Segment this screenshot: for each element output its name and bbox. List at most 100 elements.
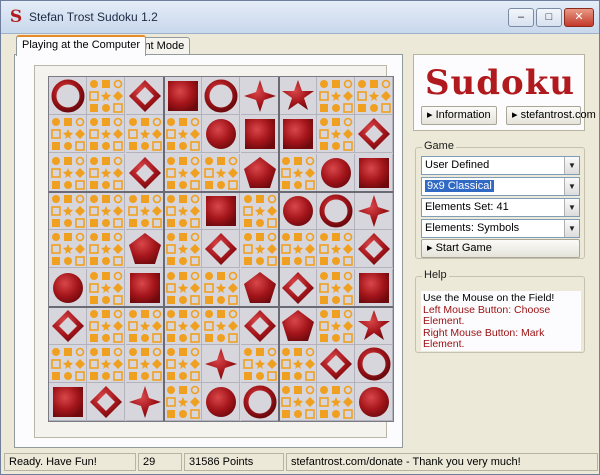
board-cell[interactable] (49, 306, 87, 345)
elements-type-select[interactable]: Elements: Symbols ▼ (421, 219, 580, 238)
board-cell[interactable] (163, 191, 202, 230)
board-cell[interactable] (49, 115, 87, 154)
board-cell[interactable] (317, 77, 356, 115)
sudoku-app-icon[interactable]: S (8, 9, 24, 26)
board-cell[interactable] (355, 383, 394, 422)
game-variant-select[interactable]: 9x9 Classical ▼ (421, 177, 580, 196)
board-cell[interactable] (240, 345, 279, 384)
board-cell[interactable] (355, 77, 394, 115)
maximize-button[interactable]: □ (536, 8, 562, 27)
board-cell[interactable] (278, 383, 317, 422)
dropdown-arrow-icon[interactable]: ▼ (564, 199, 579, 216)
board-cell[interactable] (163, 306, 202, 345)
board-cell[interactable] (278, 191, 317, 230)
board-cell[interactable] (317, 191, 356, 230)
board-cell[interactable] (163, 345, 202, 384)
board-cell[interactable] (240, 153, 279, 192)
tab-playing-at-computer[interactable]: Playing at the Computer (16, 35, 147, 56)
game-mode-value: User Defined (425, 159, 490, 171)
board-cell[interactable] (355, 115, 394, 154)
board-cell[interactable] (240, 306, 279, 345)
website-button[interactable]: ▸ stefantrost.com (506, 106, 596, 125)
dropdown-arrow-icon[interactable]: ▼ (564, 220, 579, 237)
board-cell[interactable] (49, 153, 87, 192)
board-cell[interactable] (49, 191, 87, 230)
elements-set-select[interactable]: Elements Set: 41 ▼ (421, 198, 580, 217)
board-cell[interactable] (202, 306, 241, 345)
board-cell[interactable] (278, 77, 317, 115)
close-button[interactable]: ✕ (564, 8, 594, 27)
board-cell[interactable] (163, 230, 202, 269)
board-cell[interactable] (202, 153, 241, 192)
board-cell[interactable] (125, 77, 164, 115)
information-button[interactable]: ▸ Information (421, 106, 497, 125)
board-cell[interactable] (202, 191, 241, 230)
board-cell[interactable] (163, 115, 202, 154)
dropdown-arrow-icon[interactable]: ▼ (564, 178, 579, 195)
board-cell[interactable] (278, 153, 317, 192)
board-cell[interactable] (125, 268, 164, 307)
board-cell[interactable] (163, 77, 202, 115)
board-cell[interactable] (202, 268, 241, 307)
board-cell[interactable] (317, 268, 356, 307)
board-cell[interactable] (49, 77, 87, 115)
board-cell[interactable] (87, 306, 126, 345)
board-cell[interactable] (125, 230, 164, 269)
board-cell[interactable] (317, 230, 356, 269)
board-cell[interactable] (240, 383, 279, 422)
board-cell[interactable] (278, 268, 317, 307)
board-cell[interactable] (163, 268, 202, 307)
board-cell[interactable] (355, 268, 394, 307)
board-cell[interactable] (202, 383, 241, 422)
board-cell[interactable] (125, 306, 164, 345)
board-cell[interactable] (278, 230, 317, 269)
dropdown-arrow-icon[interactable]: ▼ (564, 157, 579, 174)
board-cell[interactable] (87, 77, 126, 115)
board-cell[interactable] (355, 306, 394, 345)
board-cell[interactable] (163, 153, 202, 192)
board-cell[interactable] (355, 345, 394, 384)
minimize-button[interactable]: – (508, 8, 534, 27)
board-cell[interactable] (202, 115, 241, 154)
board-cell[interactable] (163, 383, 202, 422)
board-cell[interactable] (355, 153, 394, 192)
board-cell[interactable] (317, 306, 356, 345)
board-cell[interactable] (278, 345, 317, 384)
title-bar[interactable]: S Stefan Trost Sudoku 1.2 – □ ✕ (1, 1, 599, 34)
board-cell[interactable] (87, 345, 126, 384)
board-cell[interactable] (87, 268, 126, 307)
board-cell[interactable] (87, 383, 126, 422)
board-cell[interactable] (278, 115, 317, 154)
board-cell[interactable] (125, 115, 164, 154)
board-cell[interactable] (125, 383, 164, 422)
board-cell[interactable] (317, 345, 356, 384)
candidate-symbols-icon (280, 347, 315, 381)
board-cell[interactable] (317, 153, 356, 192)
board-cell[interactable] (87, 115, 126, 154)
board-cell[interactable] (317, 115, 356, 154)
board-cell[interactable] (202, 345, 241, 384)
board-cell[interactable] (87, 230, 126, 269)
board-cell[interactable] (87, 153, 126, 192)
board-cell[interactable] (317, 383, 356, 422)
board-cell[interactable] (240, 230, 279, 269)
board-cell[interactable] (49, 268, 87, 307)
board-cell[interactable] (202, 77, 241, 115)
board-cell[interactable] (49, 345, 87, 384)
board-cell[interactable] (240, 268, 279, 307)
board-cell[interactable] (355, 191, 394, 230)
board-cell[interactable] (49, 383, 87, 422)
board-cell[interactable] (87, 191, 126, 230)
board-cell[interactable] (240, 77, 279, 115)
board-cell[interactable] (125, 345, 164, 384)
board-cell[interactable] (125, 191, 164, 230)
board-cell[interactable] (240, 115, 279, 154)
start-game-button[interactable]: ▸ Start Game (421, 239, 580, 258)
board-cell[interactable] (125, 153, 164, 192)
board-cell[interactable] (49, 230, 87, 269)
board-cell[interactable] (355, 230, 394, 269)
board-cell[interactable] (278, 306, 317, 345)
board-cell[interactable] (202, 230, 241, 269)
game-mode-select[interactable]: User Defined ▼ (421, 156, 580, 175)
board-cell[interactable] (240, 191, 279, 230)
